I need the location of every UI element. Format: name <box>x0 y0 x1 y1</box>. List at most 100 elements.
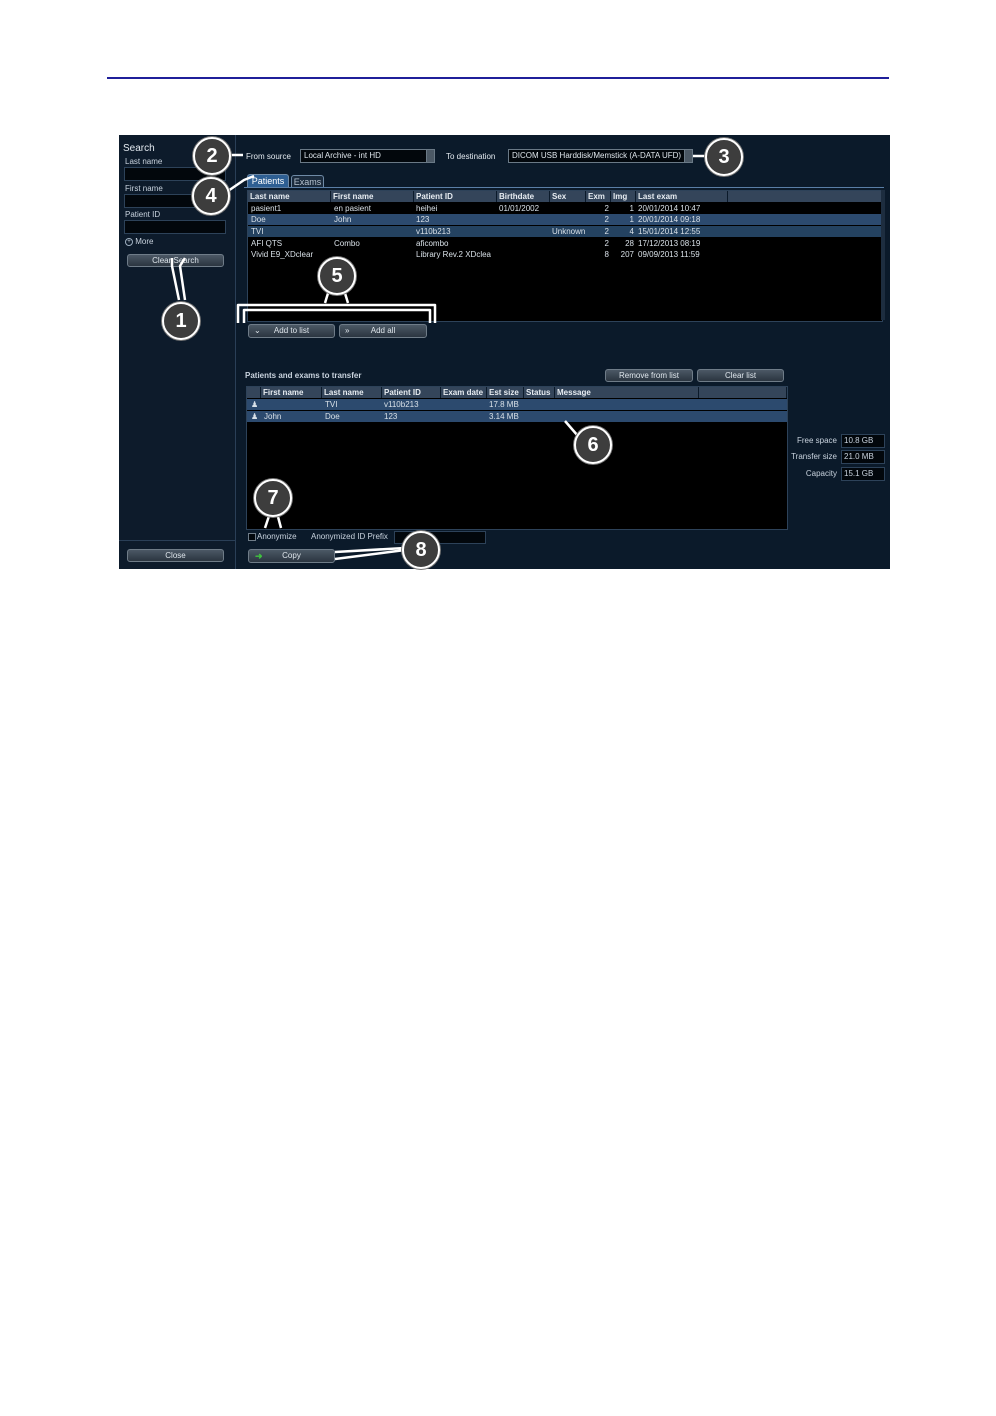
add-all-button[interactable]: » Add all <box>339 324 427 338</box>
table-row[interactable]: pasient1 en pasient heihei 01/01/2002 2 … <box>248 203 882 214</box>
column-header-blank <box>728 191 882 202</box>
table-cell: 123 <box>416 215 430 224</box>
column-header[interactable]: Img <box>611 191 636 202</box>
patients-scrollbar[interactable] <box>881 190 885 320</box>
callout-2: 2 <box>193 137 231 175</box>
table-row[interactable]: ♟ TVI v110b213 17.8 MB <box>247 399 787 410</box>
column-header[interactable]: Patient ID <box>382 387 441 398</box>
copy-label: Copy <box>282 551 301 560</box>
clear-search-button[interactable]: Clear Search <box>127 254 224 267</box>
search-title: Search <box>123 143 155 154</box>
table-cell: John <box>264 412 282 421</box>
column-header[interactable]: Exm <box>586 191 611 202</box>
screenshot: Search Last name First name Patient ID +… <box>119 135 890 569</box>
chevron-down-icon <box>684 150 692 162</box>
table-cell: 20/01/2014 09:18 <box>638 215 701 224</box>
add-all-label: Add all <box>370 326 396 335</box>
table-cell: 2 <box>604 239 609 248</box>
callout-1: 1 <box>162 302 200 340</box>
table-cell: 09/09/2013 11:59 <box>638 250 700 259</box>
copy-button[interactable]: ➜ Copy <box>248 549 335 563</box>
transfer-size-label: Transfer size <box>791 452 837 461</box>
column-header-blank <box>699 387 787 398</box>
transfer-title: Patients and exams to transfer <box>245 371 362 380</box>
column-header[interactable]: Birthdate <box>497 191 550 202</box>
callout-3: 3 <box>705 138 743 176</box>
table-row[interactable]: ♟ John Doe 123 3.14 MB <box>247 411 787 422</box>
column-header[interactable]: Message <box>555 387 699 398</box>
table-cell: 207 <box>620 250 634 259</box>
table-cell: 3.14 MB <box>489 412 519 421</box>
table-cell: v110b213 <box>416 227 451 236</box>
table-cell: Library Rev.2 XDclea <box>416 250 491 259</box>
column-header[interactable]: Patient ID <box>414 191 497 202</box>
column-header[interactable]: Last name <box>322 387 382 398</box>
table-cell: 1 <box>629 215 634 224</box>
column-header[interactable]: First name <box>331 191 414 202</box>
remove-from-list-button[interactable]: Remove from list <box>605 369 693 382</box>
more-label: More <box>135 237 154 246</box>
tab-underline <box>244 187 884 188</box>
callout-5: 5 <box>318 257 356 295</box>
clear-list-button[interactable]: Clear list <box>697 369 784 382</box>
more-toggle[interactable]: + More <box>125 237 153 246</box>
callout-7: 7 <box>254 479 292 517</box>
table-cell: TVI <box>251 227 264 236</box>
transfer-table: First name Last name Patient ID Exam dat… <box>246 386 788 530</box>
column-header-blank <box>247 387 261 398</box>
tab-exams[interactable]: Exams <box>291 175 324 187</box>
column-header[interactable]: Status <box>524 387 555 398</box>
close-button[interactable]: Close <box>127 549 224 562</box>
table-cell: Doe <box>251 215 266 224</box>
column-header[interactable]: Exam date <box>441 387 487 398</box>
column-header[interactable]: Last exam <box>636 191 728 202</box>
table-cell: 8 <box>604 250 609 259</box>
table-cell: 28 <box>625 239 634 248</box>
table-cell: 123 <box>384 412 398 421</box>
to-destination-select[interactable]: DICOM USB Harddisk/Memstick (A-DATA UFD) <box>508 149 693 163</box>
callout-4: 4 <box>192 177 230 215</box>
person-icon: ♟ <box>251 412 259 421</box>
chevron-down-icon <box>426 150 434 162</box>
column-header[interactable]: First name <box>261 387 322 398</box>
patients-table: Last name First name Patient ID Birthdat… <box>247 190 883 322</box>
anonymize-checkbox[interactable] <box>248 533 256 541</box>
last-name-label: Last name <box>125 157 163 166</box>
anonymized-prefix-label: Anonymized ID Prefix <box>311 532 388 541</box>
table-cell: v110b213 <box>384 400 419 409</box>
to-destination-label: To destination <box>446 152 496 161</box>
table-cell: Unknown <box>552 227 586 236</box>
column-header[interactable]: Est size <box>487 387 524 398</box>
chevron-down-icon: ⌄ <box>254 326 261 335</box>
table-cell: 20/01/2014 10:47 <box>638 204 701 213</box>
column-header[interactable]: Last name <box>248 191 331 202</box>
patient-id-label: Patient ID <box>125 210 161 219</box>
table-cell: 17/12/2013 08:19 <box>638 239 701 248</box>
patient-id-field[interactable] <box>124 220 226 234</box>
capacity-label: Capacity <box>805 469 837 478</box>
table-cell: Vivid E9_XDclear <box>251 250 314 259</box>
table-cell: Doe <box>325 412 340 421</box>
header-rule <box>107 77 889 79</box>
to-destination-value: DICOM USB Harddisk/Memstick (A-DATA UFD) <box>512 151 682 160</box>
table-row[interactable]: TVI v110b213 Unknown 2 4 15/01/2014 12:5… <box>248 226 882 237</box>
table-cell: Combo <box>334 239 360 248</box>
anonymize-label: Anonymize <box>257 532 297 541</box>
table-cell: John <box>334 215 352 224</box>
column-header[interactable]: Sex <box>550 191 586 202</box>
table-row[interactable]: Doe John 123 2 1 20/01/2014 09:18 <box>248 214 882 225</box>
tab-patients[interactable]: Patients <box>247 174 289 187</box>
person-icon: ♟ <box>251 400 259 409</box>
callout-8: 8 <box>402 531 440 569</box>
arrow-right-icon: ➜ <box>255 551 263 561</box>
from-source-select[interactable]: Local Archive - int HD <box>300 149 435 163</box>
table-row[interactable]: AFI QTS Combo aficombo 2 28 17/12/2013 0… <box>248 238 882 249</box>
table-cell: 2 <box>604 204 609 213</box>
table-cell: aficombo <box>416 239 449 248</box>
add-to-list-label: Add to list <box>273 326 310 335</box>
first-name-label: First name <box>125 184 163 193</box>
sidebar-divider <box>119 540 235 541</box>
add-to-list-button[interactable]: ⌄ Add to list <box>248 324 335 338</box>
free-space-value: 10.8 GB <box>841 434 885 448</box>
transfer-size-value: 21.0 MB <box>841 450 885 464</box>
